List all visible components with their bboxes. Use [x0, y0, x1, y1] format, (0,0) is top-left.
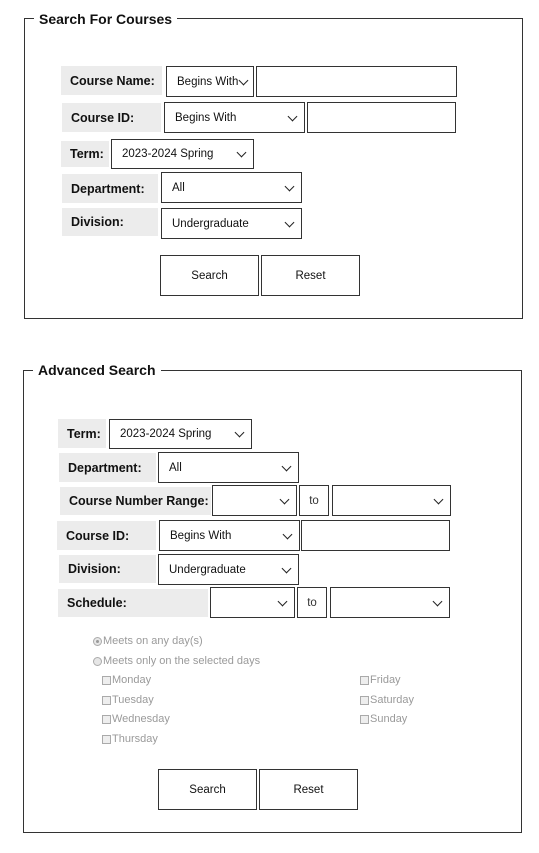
meets-any-day-option[interactable]: Meets on any day(s)	[93, 634, 203, 648]
thursday-checkbox[interactable]	[102, 734, 111, 744]
friday-checkbox[interactable]	[360, 675, 369, 685]
chevron-down-icon	[282, 529, 293, 539]
chevron-down-icon	[432, 596, 443, 606]
schedule-from-select[interactable]	[210, 587, 295, 618]
adv-course-id-input[interactable]	[301, 520, 450, 551]
course-number-range-label: Course Number Range:	[60, 487, 211, 515]
chevron-down-icon	[284, 181, 295, 191]
course-id-input[interactable]	[307, 102, 456, 133]
course-name-mode-select[interactable]: Begins With	[166, 66, 254, 97]
reset-button[interactable]: Reset	[261, 255, 360, 296]
day-saturday[interactable]: Saturday	[360, 693, 414, 707]
department-select[interactable]: All	[161, 172, 302, 203]
term-label: Term:	[61, 141, 109, 167]
schedule-to-select[interactable]	[330, 587, 450, 618]
search-button[interactable]: Search	[160, 255, 259, 296]
chevron-down-icon	[433, 494, 444, 504]
department-label: Department:	[62, 174, 158, 203]
day-wednesday[interactable]: Wednesday	[102, 712, 170, 726]
chevron-down-icon	[287, 111, 298, 121]
saturday-checkbox[interactable]	[360, 695, 369, 705]
search-for-courses-legend: Search For Courses	[34, 10, 178, 28]
chevron-down-icon	[238, 75, 249, 85]
sunday-checkbox[interactable]	[360, 714, 369, 724]
course-name-input[interactable]	[256, 66, 457, 97]
adv-department-select[interactable]: All	[158, 452, 299, 483]
chevron-down-icon	[284, 217, 295, 227]
wednesday-checkbox[interactable]	[102, 714, 111, 724]
adv-department-label: Department:	[59, 453, 156, 482]
adv-term-label: Term:	[58, 419, 106, 448]
schedule-to-text: to	[297, 587, 327, 618]
course-name-label: Course Name:	[61, 66, 162, 95]
meets-selected-days-option[interactable]: Meets only on the selected days	[93, 654, 260, 668]
chevron-down-icon	[281, 461, 292, 471]
chevron-down-icon	[236, 147, 247, 158]
day-thursday[interactable]: Thursday	[102, 732, 158, 746]
adv-reset-button[interactable]: Reset	[259, 769, 358, 810]
course-id-label: Course ID:	[62, 103, 161, 132]
adv-term-select[interactable]: 2023-2024 Spring	[109, 419, 252, 449]
course-id-mode-select[interactable]: Begins With	[164, 102, 305, 133]
division-select[interactable]: Undergraduate	[161, 208, 302, 239]
adv-course-id-label: Course ID:	[57, 521, 156, 550]
advanced-search-legend: Advanced Search	[33, 361, 161, 379]
course-number-to-text: to	[299, 485, 329, 516]
adv-search-button[interactable]: Search	[158, 769, 257, 810]
course-number-to-select[interactable]	[332, 485, 451, 516]
meets-any-day-radio[interactable]	[93, 636, 102, 646]
monday-checkbox[interactable]	[102, 675, 111, 685]
adv-division-label: Division:	[59, 555, 156, 583]
adv-division-select[interactable]: Undergraduate	[158, 554, 299, 585]
schedule-label: Schedule:	[58, 589, 208, 617]
term-select[interactable]: 2023-2024 Spring	[111, 139, 254, 169]
day-sunday[interactable]: Sunday	[360, 712, 407, 726]
chevron-down-icon	[279, 494, 290, 504]
tuesday-checkbox[interactable]	[102, 695, 111, 705]
day-friday[interactable]: Friday	[360, 673, 401, 687]
course-number-from-select[interactable]	[212, 485, 297, 516]
chevron-down-icon	[281, 563, 292, 573]
day-tuesday[interactable]: Tuesday	[102, 693, 154, 707]
adv-course-id-mode-select[interactable]: Begins With	[159, 520, 300, 551]
division-label: Division:	[62, 208, 158, 236]
day-monday[interactable]: Monday	[102, 673, 151, 687]
meets-selected-days-radio[interactable]	[93, 656, 102, 666]
chevron-down-icon	[234, 427, 245, 438]
chevron-down-icon	[277, 596, 288, 606]
